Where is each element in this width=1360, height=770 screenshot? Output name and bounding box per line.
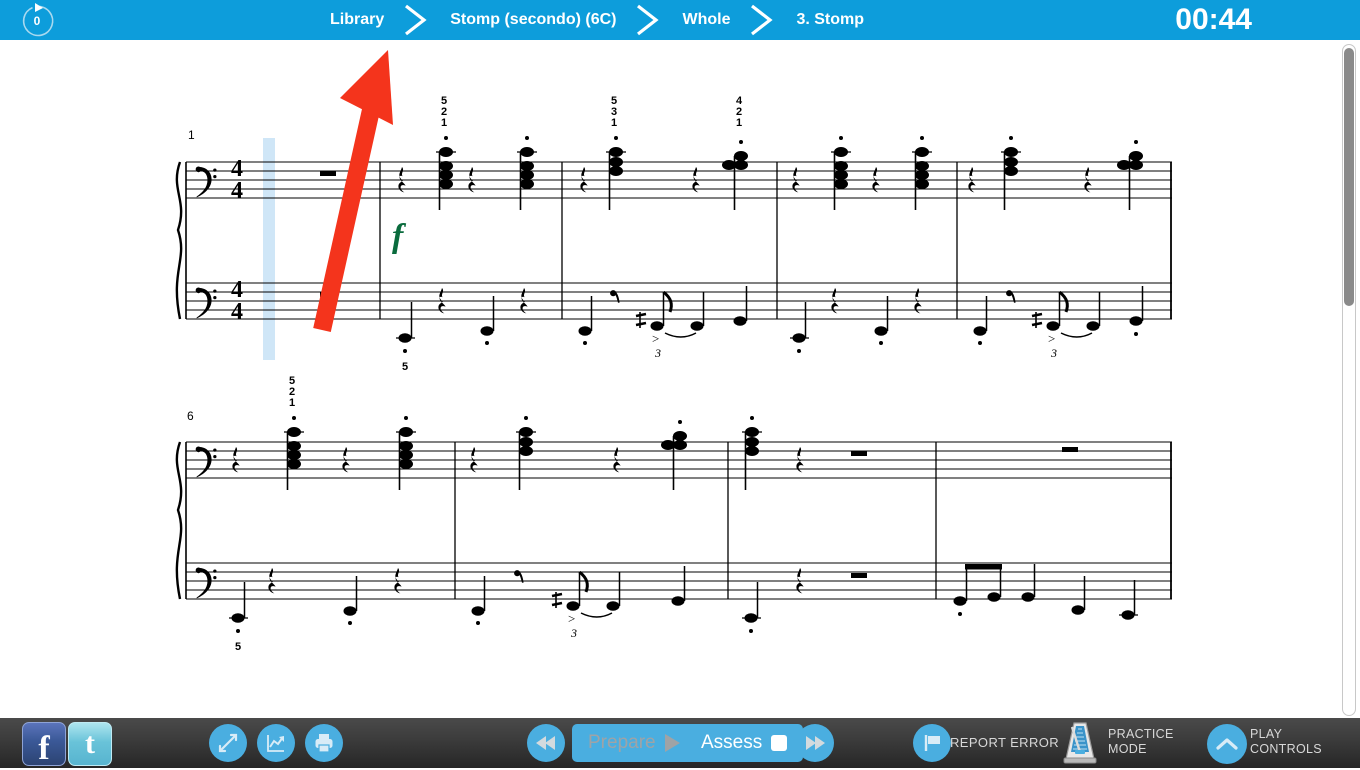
fingering: 1 bbox=[736, 117, 742, 129]
annotation-arrow bbox=[313, 50, 393, 332]
practice-mode-label: PRACTICE MODE bbox=[1108, 727, 1174, 757]
whole-rest bbox=[851, 451, 867, 456]
practice-mode-line2: MODE bbox=[1108, 742, 1147, 756]
measure-number-6: 6 bbox=[187, 409, 194, 423]
prepare-button[interactable]: Prepare bbox=[572, 724, 696, 762]
forward-button[interactable] bbox=[796, 724, 834, 762]
chord bbox=[517, 147, 537, 210]
prepare-label: Prepare bbox=[588, 732, 656, 753]
scrollbar-thumb[interactable] bbox=[1344, 48, 1354, 306]
flag-icon bbox=[924, 735, 940, 751]
breadcrumb-item-piece[interactable]: Stomp (secondo) (6C) bbox=[434, 0, 632, 40]
metronome-icon[interactable] bbox=[1060, 719, 1100, 765]
whole-rest bbox=[1062, 447, 1078, 452]
facebook-icon[interactable]: f bbox=[22, 722, 66, 766]
breadcrumb: Library Stomp (secondo) (6C) Whole 3. St… bbox=[300, 0, 880, 40]
beam bbox=[965, 564, 1002, 570]
system-1: 1 4 4 4 4 f 5 2 1 5 5 3 1 4 2 1 > 3 > 3 bbox=[175, 95, 1172, 373]
twitter-glyph: t bbox=[85, 727, 95, 760]
dynamic-forte: f bbox=[392, 218, 407, 255]
expand-arrows-icon bbox=[218, 733, 238, 753]
replay-counter-badge[interactable]: 0 bbox=[18, 2, 56, 40]
measure-number-1: 1 bbox=[188, 128, 195, 142]
breadcrumb-chevron-icon bbox=[632, 0, 666, 40]
play-controls-button[interactable] bbox=[1207, 724, 1247, 764]
fingering: 1 bbox=[441, 117, 447, 129]
chord bbox=[606, 147, 626, 210]
whole-rest bbox=[851, 573, 867, 578]
play-controls-line2: CONTROLS bbox=[1250, 742, 1322, 756]
chord bbox=[284, 427, 304, 490]
breadcrumb-item-library[interactable]: Library bbox=[300, 0, 400, 40]
printer-icon bbox=[315, 734, 333, 753]
tie bbox=[664, 332, 697, 338]
play-controls-label: PLAY CONTROLS bbox=[1250, 727, 1322, 757]
vertical-scrollbar[interactable] bbox=[1342, 44, 1356, 716]
fingering: 1 bbox=[611, 117, 617, 129]
play-controls-line1: PLAY bbox=[1250, 727, 1283, 741]
fullscreen-button[interactable] bbox=[209, 724, 247, 762]
accent-mark: > bbox=[568, 611, 575, 626]
fast-forward-icon bbox=[806, 736, 825, 750]
report-error-label: REPORT ERROR bbox=[950, 735, 1060, 750]
tie bbox=[580, 612, 613, 618]
practice-mode-line1: PRACTICE bbox=[1108, 727, 1174, 741]
session-timer: 00:44 bbox=[1175, 3, 1252, 36]
accent-mark: > bbox=[652, 331, 659, 346]
twitter-icon[interactable]: t bbox=[68, 722, 112, 766]
progress-chart-button[interactable] bbox=[257, 724, 295, 762]
score-viewport[interactable]: 1 4 4 4 4 f 5 2 1 5 5 3 1 4 2 1 > 3 > 3 … bbox=[0, 40, 1343, 718]
fingering: 5 bbox=[235, 641, 241, 653]
print-button[interactable] bbox=[305, 724, 343, 762]
chord bbox=[396, 427, 416, 490]
replay-count: 0 bbox=[33, 14, 41, 28]
stop-square-icon bbox=[771, 735, 788, 751]
system-2: 6 5 2 1 5 > 3 bbox=[175, 375, 1172, 653]
music-score: 1 4 4 4 4 f 5 2 1 5 5 3 1 4 2 1 > 3 > 3 … bbox=[175, 50, 1172, 653]
fingering: 5 bbox=[402, 361, 408, 373]
chord bbox=[516, 427, 536, 490]
line-chart-icon bbox=[267, 735, 284, 752]
breadcrumb-item-section[interactable]: Whole bbox=[666, 0, 746, 40]
chord bbox=[912, 147, 932, 210]
tie bbox=[1060, 332, 1093, 338]
breadcrumb-chevron-icon bbox=[400, 0, 434, 40]
chord bbox=[831, 147, 851, 210]
breadcrumb-chevron-icon bbox=[746, 0, 780, 40]
chord bbox=[436, 147, 456, 210]
chord bbox=[742, 427, 762, 490]
svg-text:4: 4 bbox=[231, 299, 243, 325]
app-header: 0 Library Stomp (secondo) (6C) Whole 3. … bbox=[0, 0, 1360, 40]
tuplet-3: 3 bbox=[1050, 346, 1057, 360]
system-brace bbox=[175, 161, 183, 320]
tuplet-3: 3 bbox=[570, 626, 577, 640]
facebook-glyph: f bbox=[38, 729, 50, 767]
breadcrumb-item-track[interactable]: 3. Stomp bbox=[780, 0, 880, 40]
whole-rest bbox=[320, 171, 336, 176]
assess-label: Assess bbox=[701, 732, 763, 753]
chevron-up-icon bbox=[1216, 738, 1238, 750]
rewind-icon bbox=[536, 736, 555, 750]
svg-text:4: 4 bbox=[231, 178, 243, 204]
accent-mark: > bbox=[1048, 331, 1055, 346]
report-error-button[interactable] bbox=[913, 724, 951, 762]
play-triangle-icon bbox=[664, 734, 680, 752]
chord bbox=[1001, 147, 1021, 210]
tuplet-3: 3 bbox=[654, 346, 661, 360]
fingering: 1 bbox=[289, 397, 295, 409]
rewind-button[interactable] bbox=[527, 724, 565, 762]
assess-button[interactable]: Assess bbox=[685, 724, 804, 762]
system-brace bbox=[175, 441, 183, 600]
